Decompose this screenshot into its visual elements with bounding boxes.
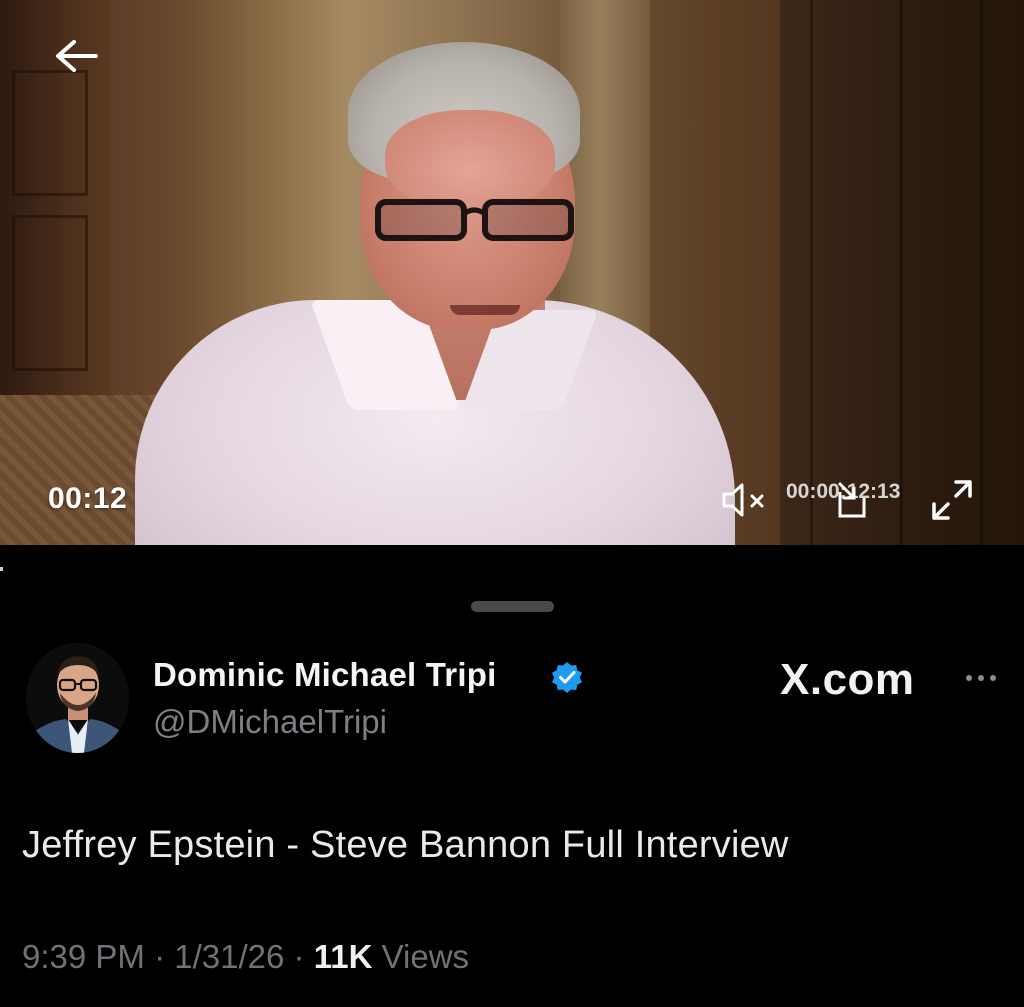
brand-logo[interactable]: X.com (780, 655, 915, 705)
views-label: Views (381, 938, 470, 975)
picture-in-picture-icon[interactable] (832, 480, 872, 520)
post-metadata: 9:39 PM · 1/31/26 · 11K Views (22, 938, 469, 976)
avatar[interactable] (26, 643, 129, 753)
views-count: 11K (313, 938, 373, 975)
author-handle[interactable]: @DMichaelTripi (153, 703, 387, 741)
separator: · (154, 938, 166, 975)
speaker-muted-icon[interactable] (720, 480, 768, 520)
author-name[interactable]: Dominic Michael Tripi (153, 656, 496, 694)
back-arrow-icon[interactable] (52, 36, 100, 76)
post-date[interactable]: 1/31/26 (174, 938, 284, 975)
expand-icon[interactable] (930, 478, 974, 522)
verified-badge-icon (552, 662, 582, 693)
edge-marker (0, 567, 3, 571)
more-options-icon[interactable] (963, 672, 999, 684)
post-time[interactable]: 9:39 PM (22, 938, 145, 975)
current-time: 00:12 (48, 482, 128, 515)
drag-handle[interactable] (471, 601, 554, 612)
separator: · (293, 938, 305, 975)
post-text: Jeffrey Epstein - Steve Bannon Full Inte… (22, 824, 789, 866)
video-player[interactable]: 00:12 00:00:12:13 (0, 0, 1024, 545)
